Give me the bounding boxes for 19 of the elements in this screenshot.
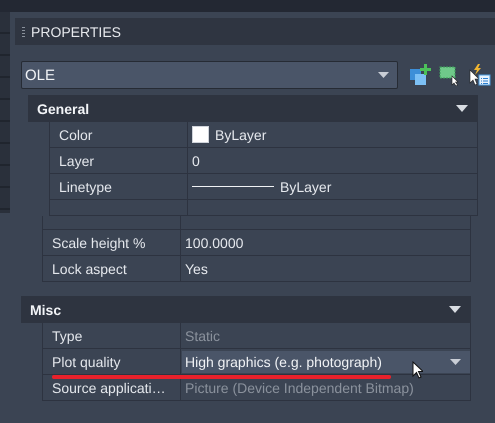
panel-title: PROPERTIES <box>31 24 121 40</box>
section-header[interactable]: General <box>28 95 478 122</box>
property-value: 100.0000 <box>185 234 244 250</box>
object-type-dropdown[interactable]: OLE <box>21 61 398 89</box>
property-label: Color <box>50 122 188 147</box>
property-value: ByLayer <box>215 126 266 142</box>
property-label: Scale height % <box>43 230 181 255</box>
property-label: Layer <box>50 148 188 173</box>
property-label: Lock aspect <box>43 256 181 281</box>
property-value: Static <box>185 328 220 344</box>
property-value: Picture (Device Independent Bitmap) <box>185 380 414 396</box>
property-value: 0 <box>192 152 200 168</box>
property-value: ByLayer <box>280 178 332 194</box>
property-value: Yes <box>185 260 208 276</box>
property-label: Linetype <box>50 174 188 199</box>
property-label: Type <box>43 323 181 348</box>
plot-quality-dropdown[interactable]: High graphics (e.g. photograph) <box>182 351 470 373</box>
section-header[interactable]: Misc <box>21 296 471 323</box>
property-label: Plot quality <box>43 349 181 374</box>
